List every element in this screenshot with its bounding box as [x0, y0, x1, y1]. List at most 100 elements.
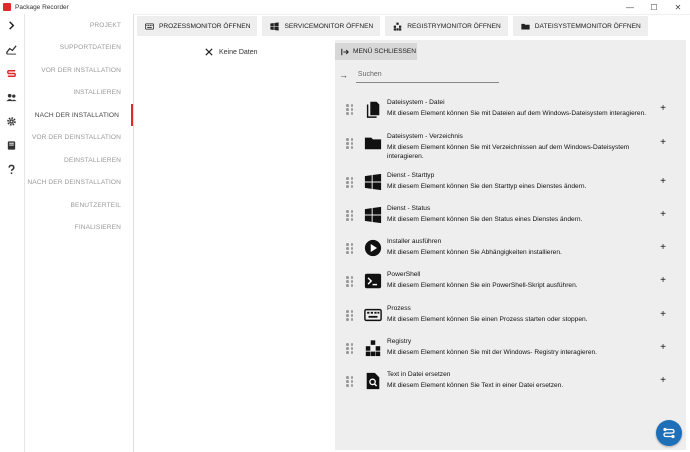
menu-item-title: Installer ausführen: [387, 238, 442, 245]
app-logo-icon: [3, 3, 11, 11]
search-input[interactable]: [355, 67, 499, 83]
menu-item-title: Dateisystem - Verzeichnis: [387, 133, 463, 140]
menu-item-replace-text[interactable]: Text in Datei ersetzen Mit diesem Elemen…: [335, 367, 686, 397]
monitor-toolbar: PROZESSMONITOR ÖFFNEN SERVICEMONITOR ÖFF…: [137, 16, 653, 36]
add-button[interactable]: +: [658, 137, 668, 148]
add-button[interactable]: +: [658, 176, 668, 187]
menu-item-title: Dateisystem - Datei: [387, 99, 445, 106]
drag-handle-icon[interactable]: [346, 210, 354, 221]
gear-icon[interactable]: [4, 114, 18, 128]
menu-item-directory[interactable]: Dateisystem - Verzeichnis Mit diesem Ele…: [335, 129, 686, 160]
drag-handle-icon[interactable]: [346, 177, 354, 188]
add-button[interactable]: +: [658, 242, 668, 253]
menu-item-service-starttype[interactable]: Dienst - Starttyp Mit diesem Element kön…: [335, 168, 686, 198]
drag-handle-icon[interactable]: [346, 138, 354, 149]
registry-monitor-button[interactable]: REGISTRYMONITOR ÖFFNEN: [385, 16, 508, 36]
file-search-icon: [363, 371, 383, 391]
workflow-fab-button[interactable]: [656, 420, 682, 446]
menu-item-title: Dienst - Starttyp: [387, 172, 435, 179]
chevron-right-icon[interactable]: [4, 18, 18, 32]
chart-icon[interactable]: [4, 42, 18, 56]
step-nach-der-deinstallation[interactable]: NACH DER DEINSTALLATION: [25, 171, 133, 193]
menu-item-desc: Mit diesem Element können Sie den Status…: [387, 216, 583, 223]
menu-item-title: Text in Datei ersetzen: [387, 371, 451, 378]
window-controls: — ☐ ✕: [618, 0, 690, 14]
maximize-button[interactable]: ☐: [642, 0, 666, 14]
empty-state: Keine Daten: [205, 48, 258, 56]
close-menu-label: MENÜ SCHLIESSEN: [353, 48, 417, 55]
add-button[interactable]: +: [658, 342, 668, 353]
help-icon[interactable]: [4, 162, 18, 176]
terminal-icon: [363, 271, 383, 291]
steps-sidebar: PROJEKT SUPPORTDATEIEN VOR DER INSTALLAT…: [25, 14, 134, 452]
windows-icon: [270, 21, 280, 31]
menu-item-desc: Mit diesem Element können Sie Abhängigke…: [387, 249, 562, 256]
add-button[interactable]: +: [658, 309, 668, 320]
menu-item-registry[interactable]: Registry Mit diesem Element können Sie m…: [335, 334, 686, 364]
close-window-button[interactable]: ✕: [666, 0, 690, 14]
menu-item-desc: Mit diesem Element können Sie den Startt…: [387, 183, 587, 190]
file-icon: [363, 99, 383, 119]
title-bar: Package Recorder — ☐ ✕: [0, 0, 690, 15]
windows-icon: [363, 172, 383, 192]
registry-icon: [394, 22, 402, 31]
step-vor-der-deinstallation[interactable]: VOR DER DEINSTALLATION: [25, 126, 133, 148]
filesystem-monitor-button[interactable]: DATEISYSTEMMONITOR ÖFFNEN: [512, 16, 648, 36]
drag-handle-icon[interactable]: [346, 276, 354, 287]
keyboard-icon: [363, 305, 383, 325]
collapse-menu-icon: [341, 48, 349, 55]
arrow-right-icon: →: [339, 70, 348, 80]
book-icon[interactable]: [4, 138, 18, 152]
add-button[interactable]: +: [658, 103, 668, 114]
menu-item-title: Registry: [387, 338, 412, 345]
menu-item-desc: Mit diesem Element können Sie einen Proz…: [387, 316, 588, 323]
drag-handle-icon[interactable]: [346, 104, 354, 115]
menu-item-desc: Mit diesem Element können Sie mit der Wi…: [387, 349, 597, 356]
menu-item-installer[interactable]: Installer ausführen Mit diesem Element k…: [335, 234, 686, 264]
service-monitor-label: SERVICEMONITOR ÖFFNEN: [284, 22, 374, 30]
users-icon[interactable]: [4, 90, 18, 104]
windows-icon: [363, 205, 383, 225]
menu-item-desc: Mit diesem Element können Sie mit Verzei…: [387, 144, 630, 160]
drag-handle-icon[interactable]: [346, 243, 354, 254]
empty-state-text: Keine Daten: [219, 48, 258, 56]
menu-item-process[interactable]: Prozess Mit diesem Element können Sie ei…: [335, 301, 686, 331]
menu-item-powershell[interactable]: PowerShell Mit diesem Element können Sie…: [335, 267, 686, 297]
menu-item-title: PowerShell: [387, 271, 421, 278]
play-icon: [363, 238, 383, 258]
add-button[interactable]: +: [658, 275, 668, 286]
step-supportdateien[interactable]: SUPPORTDATEIEN: [25, 36, 133, 58]
menu-item-desc: Mit diesem Element können Sie mit Dateie…: [387, 110, 647, 117]
menu-item-service-status[interactable]: Dienst - Status Mit diesem Element könne…: [335, 201, 686, 231]
step-deinstallieren[interactable]: DEINSTALLIEREN: [25, 149, 133, 171]
menu-item-desc: Mit diesem Element können Sie ein PowerS…: [387, 282, 578, 289]
menu-item-title: Prozess: [387, 305, 411, 312]
add-button[interactable]: +: [658, 375, 668, 386]
step-installieren[interactable]: INSTALLIEREN: [25, 81, 133, 103]
step-finalisieren[interactable]: FINALISIEREN: [25, 216, 133, 238]
step-benutzerteil[interactable]: BENUTZERTEIL: [25, 194, 133, 216]
registry-icon: [363, 338, 383, 358]
menu-item-file[interactable]: Dateisystem - Datei Mit diesem Element k…: [335, 95, 686, 125]
drag-handle-icon[interactable]: [346, 343, 354, 354]
search-row: →: [339, 67, 499, 83]
filesystem-monitor-label: DATEISYSTEMMONITOR ÖFFNEN: [534, 22, 641, 30]
close-menu-button[interactable]: MENÜ SCHLIESSEN: [335, 43, 417, 60]
package-icon[interactable]: [4, 66, 18, 80]
service-monitor-button[interactable]: SERVICEMONITOR ÖFFNEN: [262, 16, 381, 36]
step-vor-der-installation[interactable]: VOR DER INSTALLATION: [25, 59, 133, 81]
drag-handle-icon[interactable]: [346, 310, 354, 321]
minimize-button[interactable]: —: [618, 0, 642, 14]
menu-item-desc: Mit diesem Element können Sie Text in ei…: [387, 382, 564, 389]
window-title: Package Recorder: [15, 3, 69, 11]
add-button[interactable]: +: [658, 209, 668, 220]
step-nach-der-installation[interactable]: NACH DER INSTALLATION: [25, 104, 133, 126]
keyboard-icon: [145, 23, 154, 29]
folder-icon: [363, 133, 383, 153]
process-monitor-button[interactable]: PROZESSMONITOR ÖFFNEN: [137, 16, 258, 36]
step-projekt[interactable]: PROJEKT: [25, 14, 133, 36]
icon-rail: [0, 14, 25, 452]
process-monitor-label: PROZESSMONITOR ÖFFNEN: [159, 22, 251, 30]
registry-monitor-label: REGISTRYMONITOR ÖFFNEN: [407, 22, 501, 30]
drag-handle-icon[interactable]: [346, 376, 354, 387]
